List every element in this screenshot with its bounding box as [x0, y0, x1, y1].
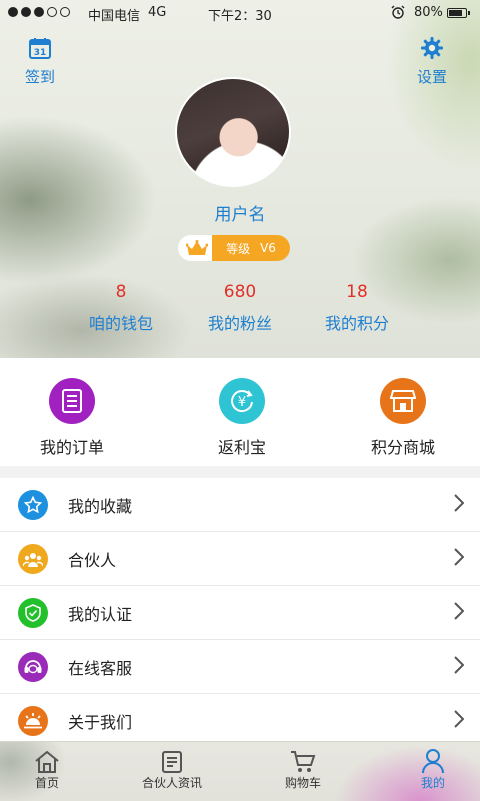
stat-points[interactable]: 18 我的积分 — [297, 282, 417, 334]
avatar[interactable] — [175, 77, 291, 187]
chevron-right-icon — [454, 656, 465, 678]
quick-label: 积分商城 — [370, 438, 435, 457]
crown-icon — [178, 235, 216, 261]
battery-icon — [447, 8, 470, 18]
star-icon — [18, 490, 48, 520]
settings-button[interactable]: 设置 — [412, 36, 452, 87]
stat-label: 我的粉丝 — [207, 314, 272, 333]
menu-item-verification[interactable]: 我的认证 — [0, 586, 480, 640]
stat-label: 我的积分 — [324, 314, 389, 333]
profile-header: 中国电信 4G 下午2：30 80% 31 签到 设置 用户名 等级 V6 8 … — [0, 0, 480, 358]
tab-label: 首页 — [34, 776, 59, 790]
alarm-icon — [390, 4, 406, 24]
stat-value: 680 — [223, 282, 257, 302]
tab-home[interactable]: 首页 — [0, 746, 107, 791]
checkin-button[interactable]: 31 签到 — [20, 36, 60, 87]
shield-icon — [18, 598, 48, 628]
quick-actions: 我的订单 ¥ 返利宝 积分商城 — [0, 358, 480, 466]
news-icon — [112, 746, 232, 774]
menu-label: 在线客服 — [68, 659, 133, 678]
menu-item-support[interactable]: 在线客服 — [0, 640, 480, 694]
username: 用户名 — [214, 205, 266, 225]
chevron-right-icon — [454, 494, 465, 516]
quick-orders[interactable]: 我的订单 — [12, 378, 132, 458]
menu-item-partner[interactable]: 合伙人 — [0, 532, 480, 586]
headset-icon — [18, 652, 48, 682]
tab-mine[interactable]: 我的 — [373, 746, 480, 791]
carrier-name: 中国电信 — [88, 9, 141, 24]
menu-label: 我的认证 — [68, 605, 133, 624]
chevron-right-icon — [454, 602, 465, 624]
store-icon — [380, 378, 426, 424]
stat-wallet[interactable]: 8 咱的钱包 — [61, 282, 181, 334]
stat-fans[interactable]: 680 我的粉丝 — [180, 282, 300, 334]
quick-store[interactable]: 积分商城 — [343, 378, 463, 458]
chevron-right-icon — [454, 548, 465, 570]
user-icon — [373, 746, 480, 774]
cart-icon — [243, 746, 363, 774]
menu-item-about[interactable]: 关于我们 — [0, 694, 480, 747]
stat-label: 咱的钱包 — [88, 314, 153, 333]
menu-list: 我的收藏 合伙人 我的认证 在线客服 关于我们 — [0, 478, 480, 747]
calendar-icon: 31 — [29, 38, 51, 59]
battery-percent: 80% — [414, 5, 443, 20]
tab-label: 合伙人资讯 — [141, 776, 202, 790]
svg-text:31: 31 — [34, 48, 47, 58]
partner-icon — [18, 544, 48, 574]
info-icon — [18, 706, 48, 736]
level-value: V6 — [260, 241, 276, 255]
level-badge: 等级 V6 — [178, 235, 290, 261]
status-bar: 中国电信 4G 下午2：30 80% — [0, 0, 480, 26]
checkin-label: 签到 — [24, 68, 55, 86]
tab-bar: 首页 合伙人资讯 购物车 我的 — [0, 741, 480, 801]
chevron-right-icon — [454, 710, 465, 732]
tab-label: 购物车 — [284, 776, 321, 790]
quick-label: 返利宝 — [217, 438, 266, 457]
tab-label: 我的 — [420, 776, 445, 790]
status-time: 下午2：30 — [208, 9, 272, 24]
tab-cart[interactable]: 购物车 — [243, 746, 363, 791]
order-icon — [49, 378, 95, 424]
quick-label: 我的订单 — [39, 438, 104, 457]
tab-partner-news[interactable]: 合伙人资讯 — [112, 746, 232, 791]
menu-label: 合伙人 — [68, 551, 117, 570]
svg-text:¥: ¥ — [238, 395, 246, 410]
network-type: 4G — [148, 5, 167, 20]
level-pill: 等级 V6 — [212, 235, 290, 261]
signal-strength — [8, 7, 70, 17]
settings-label: 设置 — [416, 68, 447, 86]
rebate-icon: ¥ — [219, 378, 265, 424]
level-label: 等级 — [226, 241, 251, 256]
menu-label: 我的收藏 — [68, 497, 133, 516]
stat-value: 8 — [115, 282, 127, 302]
menu-label: 关于我们 — [68, 713, 133, 732]
quick-rebate[interactable]: ¥ 返利宝 — [182, 378, 302, 458]
home-icon — [0, 746, 107, 774]
gear-icon — [421, 37, 443, 59]
menu-item-favorites[interactable]: 我的收藏 — [0, 478, 480, 532]
stat-value: 18 — [346, 282, 368, 302]
